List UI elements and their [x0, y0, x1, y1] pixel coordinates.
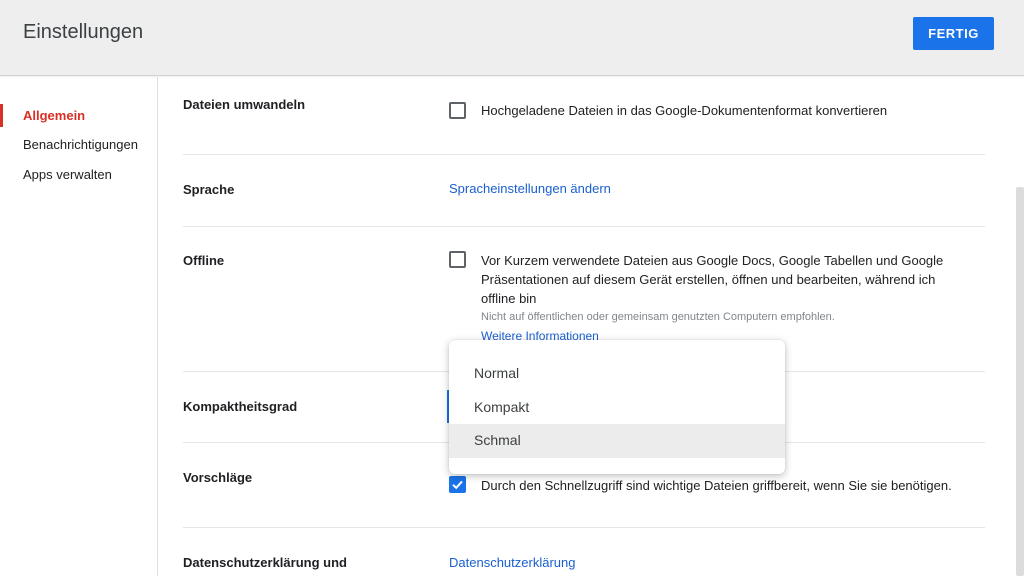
convert-files-label: Dateien umwandeln	[183, 97, 306, 112]
sidebar-item-benachrichtigungen[interactable]: Benachrichtigungen	[23, 137, 138, 152]
divider	[183, 226, 985, 227]
offline-text-line-1: Vor Kurzem verwendete Dateien aus Google…	[481, 253, 944, 268]
density-label: Kompaktheitsgrad	[183, 399, 298, 414]
convert-files-checkbox[interactable]	[449, 102, 466, 119]
divider	[183, 527, 985, 528]
density-option-kompakt[interactable]: Kompakt	[449, 391, 785, 425]
done-button[interactable]: FERTIG	[913, 17, 994, 50]
scrollbar[interactable]	[1016, 187, 1024, 576]
language-label: Sprache	[183, 182, 235, 197]
active-nav-indicator	[0, 104, 3, 127]
suggestions-text: Durch den Schnellzugriff sind wichtige D…	[481, 478, 952, 493]
offline-hint: Nicht auf öffentlichen oder gemeinsam ge…	[481, 311, 835, 323]
offline-label: Offline	[183, 253, 225, 268]
density-option-schmal[interactable]: Schmal	[449, 424, 785, 458]
suggestions-label: Vorschläge	[183, 470, 253, 485]
sidebar: Allgemein Benachrichtigungen Apps verwal…	[0, 77, 158, 576]
density-option-normal[interactable]: Normal	[449, 357, 785, 391]
divider	[183, 154, 985, 155]
header-bar: Einstellungen FERTIG	[0, 0, 1024, 76]
sidebar-item-allgemein[interactable]: Allgemein	[23, 108, 85, 123]
check-icon	[452, 480, 463, 490]
page-title: Einstellungen	[23, 21, 144, 43]
language-settings-link[interactable]: Spracheinstellungen ändern	[449, 181, 611, 196]
privacy-policy-link[interactable]: Datenschutzerklärung	[449, 555, 575, 570]
offline-checkbox[interactable]	[449, 251, 466, 268]
offline-text-line-2: Präsentationen auf diesem Gerät erstelle…	[481, 272, 936, 287]
convert-files-text: Hochgeladene Dateien in das Google-Dokum…	[481, 103, 888, 118]
density-dropdown-menu: Normal Kompakt Schmal	[449, 340, 785, 474]
offline-text-line-3: offline bin	[481, 291, 537, 306]
privacy-label: Datenschutzerklärung und	[183, 555, 347, 570]
sidebar-item-apps-verwalten[interactable]: Apps verwalten	[23, 167, 112, 182]
suggestions-checkbox[interactable]	[449, 476, 466, 493]
